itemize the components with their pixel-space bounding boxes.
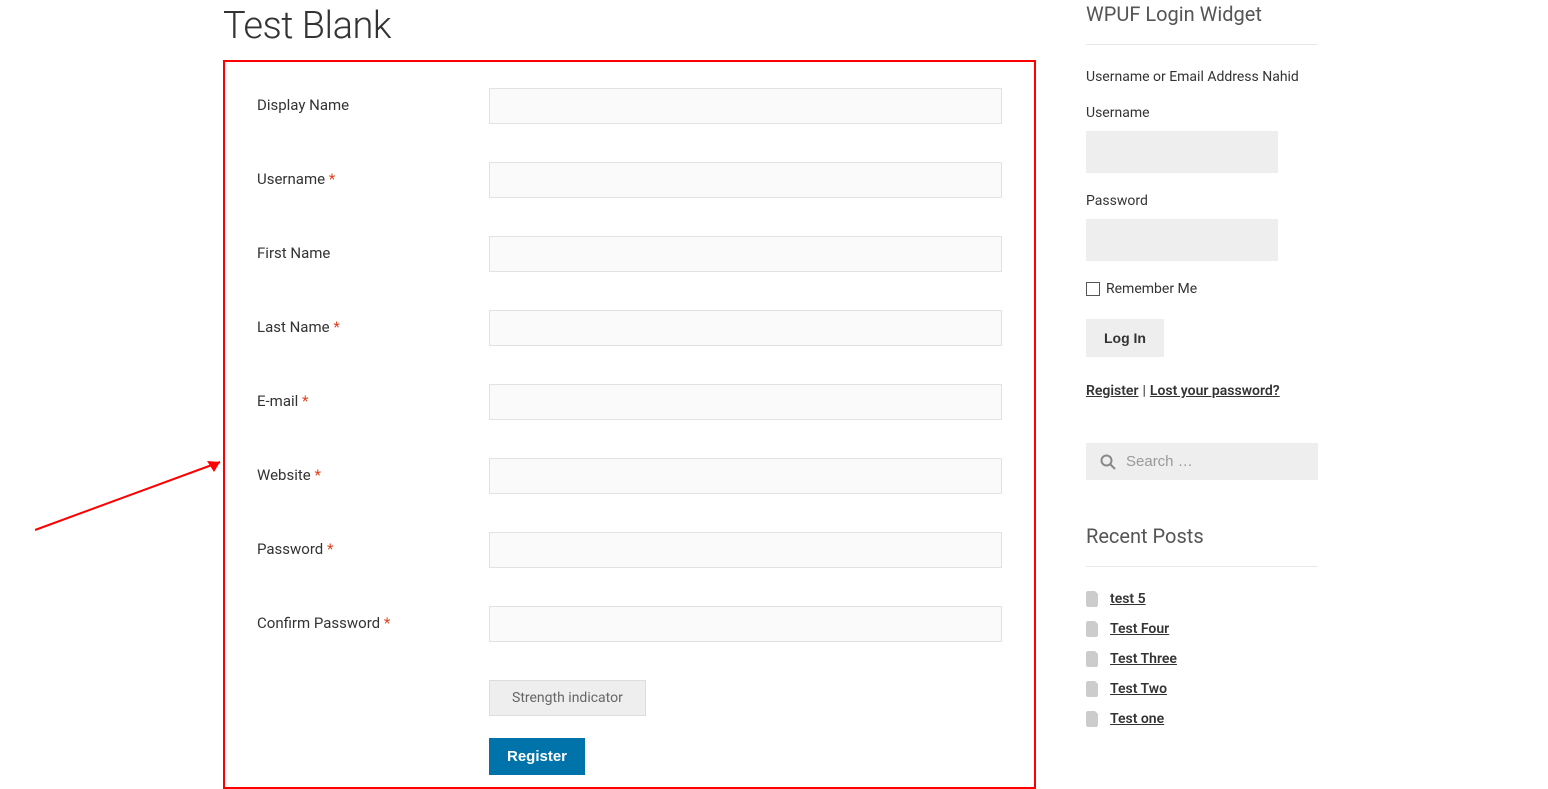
login-password-label: Password (1086, 193, 1318, 209)
display-name-input[interactable] (489, 88, 1002, 124)
display-name-label: Display Name (257, 88, 489, 114)
last-name-label: Last Name * (257, 310, 489, 336)
document-icon (1086, 681, 1100, 697)
recent-post-link[interactable]: Test Four (1110, 621, 1169, 637)
password-label: Password * (257, 532, 489, 558)
list-item: Test Four (1086, 621, 1318, 637)
lost-password-link[interactable]: Lost your password? (1150, 383, 1280, 399)
register-button[interactable]: Register (489, 738, 585, 775)
recent-post-link[interactable]: Test Two (1110, 681, 1167, 697)
confirm-password-input[interactable] (489, 606, 1002, 642)
website-input[interactable] (489, 458, 1002, 494)
recent-posts-title: Recent Posts (1086, 524, 1318, 567)
recent-post-link[interactable]: test 5 (1110, 591, 1146, 607)
remember-me-checkbox[interactable] (1086, 282, 1100, 296)
document-icon (1086, 591, 1100, 607)
document-icon (1086, 621, 1100, 637)
email-label: E-mail * (257, 384, 489, 410)
login-button[interactable]: Log In (1086, 319, 1164, 357)
annotation-arrow (35, 492, 225, 494)
strength-indicator: Strength indicator (489, 680, 646, 716)
search-box (1086, 443, 1318, 480)
list-item: Test Three (1086, 651, 1318, 667)
recent-post-link[interactable]: Test one (1110, 711, 1164, 727)
first-name-label: First Name (257, 236, 489, 262)
register-link[interactable]: Register (1086, 383, 1139, 399)
website-label: Website * (257, 458, 489, 484)
remember-me-label: Remember Me (1106, 281, 1197, 297)
login-password-input[interactable] (1086, 219, 1278, 261)
login-username-input[interactable] (1086, 131, 1278, 173)
login-widget-desc: Username or Email Address Nahid (1086, 69, 1318, 85)
document-icon (1086, 711, 1100, 727)
login-widget-title: WPUF Login Widget (1086, 2, 1318, 45)
registration-form: Display Name Username * First Name Last … (223, 60, 1036, 789)
search-input[interactable] (1126, 453, 1304, 470)
username-input[interactable] (489, 162, 1002, 198)
password-input[interactable] (489, 532, 1002, 568)
first-name-input[interactable] (489, 236, 1002, 272)
list-item: Test Two (1086, 681, 1318, 697)
recent-posts-widget: Recent Posts test 5 Test Four Test Three… (1086, 524, 1318, 727)
confirm-password-label: Confirm Password * (257, 606, 489, 632)
login-widget: WPUF Login Widget Username or Email Addr… (1086, 2, 1318, 399)
recent-post-link[interactable]: Test Three (1110, 651, 1177, 667)
username-label: Username * (257, 162, 489, 188)
list-item: Test one (1086, 711, 1318, 727)
document-icon (1086, 651, 1100, 667)
search-icon (1100, 454, 1116, 470)
list-item: test 5 (1086, 591, 1318, 607)
page-title: Test Blank (223, 4, 1036, 48)
email-input[interactable] (489, 384, 1002, 420)
login-username-label: Username (1086, 105, 1318, 121)
last-name-input[interactable] (489, 310, 1002, 346)
